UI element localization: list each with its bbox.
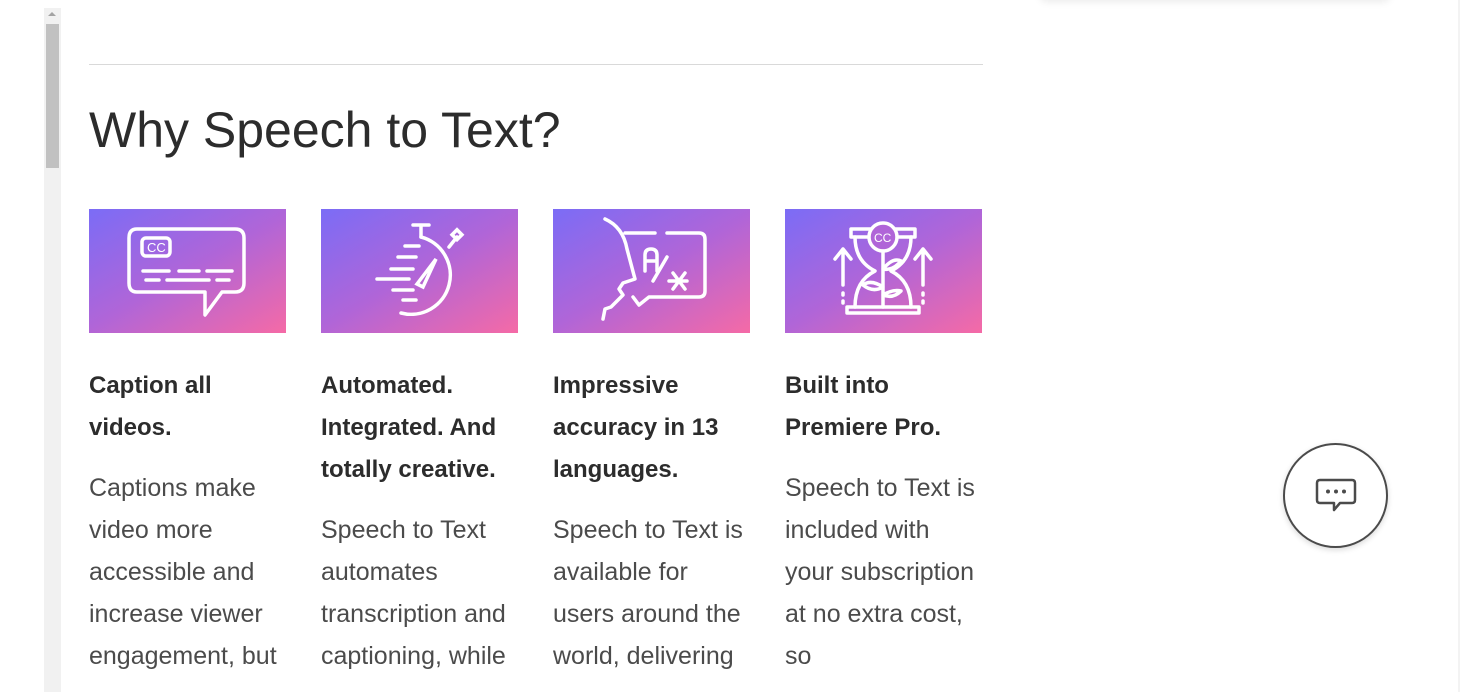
feature-image [553, 209, 750, 333]
feature-card: CC Built into Premiere Pro. Speech to Te… [785, 209, 982, 677]
scrollbar-thumb[interactable] [46, 24, 59, 168]
section-heading: Why Speech to Text? [89, 102, 561, 158]
feature-card: Automated. Integrated. And totally creat… [321, 209, 518, 677]
closed-caption-speech-bubble-icon: CC [127, 227, 246, 317]
feature-description: Speech to Text automates transcription a… [321, 516, 506, 670]
hourglass-growth-icon: CC [833, 221, 933, 315]
scrollbar[interactable] [44, 8, 61, 692]
feature-image: CC [89, 209, 286, 333]
svg-text:CC: CC [147, 240, 166, 255]
feature-title: Impressive accuracy in 13 languages. [553, 372, 719, 483]
feature-title: Automated. Integrated. And totally creat… [321, 372, 497, 483]
feature-image [321, 209, 518, 333]
chat-bubble-icon [1315, 478, 1356, 511]
feature-title: Caption all videos. [89, 372, 212, 441]
feature-description: Speech to Text is available for users ar… [553, 516, 743, 670]
feature-description: Captions make video more accessible and … [89, 474, 277, 670]
divider [89, 64, 983, 65]
feature-card: CC Caption all videos. Captions make vid… [89, 209, 286, 677]
feature-image: CC [785, 209, 982, 333]
stopwatch-icon [375, 223, 465, 317]
face-translation-icon [601, 217, 707, 321]
svg-text:CC: CC [874, 231, 892, 245]
scroll-up-arrow-icon[interactable] [48, 12, 56, 16]
chat-button[interactable] [1283, 443, 1388, 548]
feature-title: Built into Premiere Pro. [785, 372, 942, 441]
feature-description: Speech to Text is included with your sub… [785, 474, 975, 670]
feature-card: Impressive accuracy in 13 languages. Spe… [553, 209, 750, 677]
